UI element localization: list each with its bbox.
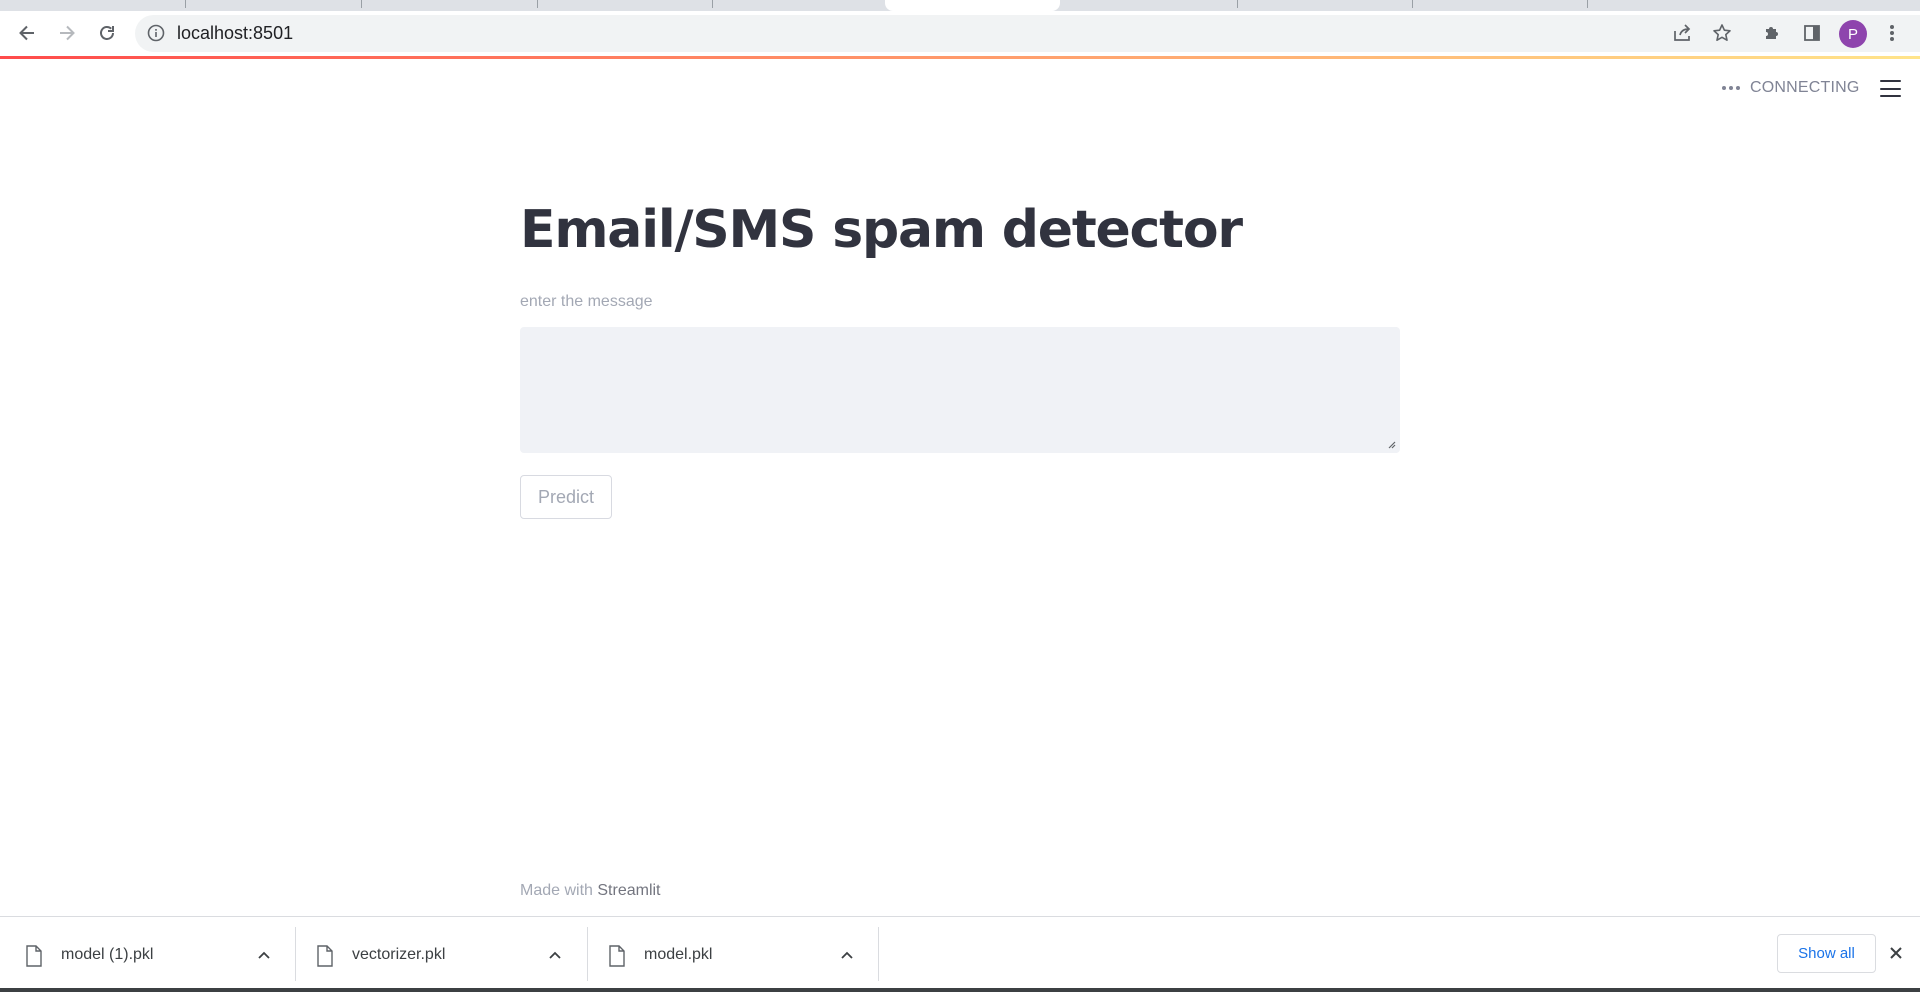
download-shelf: model (1).pkl vectorizer.pkl model.pkl S… [0, 916, 1920, 992]
chevron-up-icon[interactable] [839, 947, 855, 963]
share-button[interactable] [1666, 17, 1698, 49]
bookmark-button[interactable] [1706, 17, 1738, 49]
forward-button[interactable] [51, 17, 83, 49]
window-bottom-edge [0, 988, 1920, 992]
connection-status: CONNECTING [1722, 78, 1860, 98]
tab-separator [1237, 0, 1238, 8]
chevron-up-icon[interactable] [256, 947, 272, 963]
close-icon[interactable] [1888, 945, 1904, 961]
extensions-button[interactable] [1756, 17, 1788, 49]
side-panel-icon [1804, 25, 1820, 41]
forward-arrow-icon [60, 25, 75, 41]
ellipsis-icon [1722, 86, 1740, 90]
file-icon [26, 945, 42, 967]
streamlit-link[interactable]: Streamlit [597, 882, 660, 899]
download-filename[interactable]: model (1).pkl [61, 927, 153, 983]
tab-strip [0, 0, 1920, 11]
profile-avatar[interactable]: P [1839, 20, 1867, 48]
browser-menu-button[interactable] [1876, 17, 1908, 49]
back-arrow-icon [19, 25, 34, 41]
predict-button[interactable]: Predict [520, 475, 612, 519]
tab-separator [1412, 0, 1413, 8]
side-panel-button[interactable] [1796, 17, 1828, 49]
browser-toolbar: localhost:8501 P [0, 11, 1920, 56]
chevron-up-icon[interactable] [547, 947, 563, 963]
kebab-menu-icon [1890, 25, 1894, 41]
show-all-downloads-button[interactable]: Show all [1777, 934, 1876, 973]
footer: Made with Streamlit [520, 882, 661, 900]
download-item[interactable]: model.pkl [583, 927, 875, 983]
message-textarea[interactable] [520, 327, 1400, 453]
url-text[interactable]: localhost:8501 [177, 15, 293, 52]
download-separator [878, 927, 879, 981]
reload-button[interactable] [91, 17, 123, 49]
star-icon [1713, 24, 1731, 41]
reload-icon [100, 26, 114, 40]
tab-separator [185, 0, 186, 8]
tab-separator [537, 0, 538, 8]
streamlit-header-decoration [0, 56, 1920, 59]
info-icon[interactable] [147, 24, 165, 42]
message-input-label: enter the message [520, 293, 653, 310]
resize-handle-icon[interactable] [1386, 439, 1396, 449]
file-icon [317, 945, 333, 967]
tab-separator [712, 0, 713, 8]
puzzle-icon [1766, 27, 1778, 39]
download-filename[interactable]: model.pkl [644, 927, 712, 983]
active-tab[interactable] [885, 0, 1060, 11]
tab-separator [1587, 0, 1588, 8]
download-item[interactable]: model (1).pkl [0, 927, 292, 983]
address-bar[interactable]: localhost:8501 [135, 15, 1920, 52]
footer-prefix: Made with [520, 882, 598, 899]
download-filename[interactable]: vectorizer.pkl [352, 927, 445, 983]
back-button[interactable] [11, 17, 43, 49]
download-item[interactable]: vectorizer.pkl [291, 927, 583, 983]
app-menu-button[interactable] [1880, 80, 1902, 97]
tab-separator [361, 0, 362, 8]
page-title: Email/SMS spam detector [520, 200, 1243, 260]
status-text: CONNECTING [1750, 79, 1860, 96]
share-icon [1674, 24, 1691, 41]
file-icon [609, 945, 625, 967]
